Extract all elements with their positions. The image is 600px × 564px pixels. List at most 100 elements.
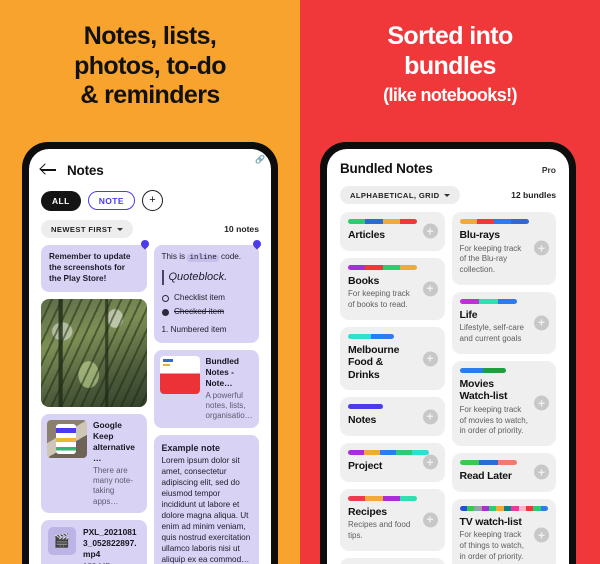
plus-circle-icon[interactable]: + bbox=[422, 281, 438, 297]
left-headline: Notes, lists, photos, to-do & reminders bbox=[0, 0, 300, 111]
sort-dropdown[interactable]: NEWEST FIRST bbox=[41, 220, 134, 238]
checklist-item-label: Checklist item bbox=[174, 292, 225, 302]
bundle-color-bar bbox=[459, 460, 518, 466]
pin-icon bbox=[253, 240, 261, 252]
note-card-photo-trees[interactable] bbox=[41, 298, 147, 407]
plus-circle-icon[interactable]: + bbox=[422, 454, 438, 470]
bundle-color-bar bbox=[459, 298, 518, 304]
plus-circle-icon[interactable]: + bbox=[534, 315, 549, 331]
left-promo-panel: Notes, lists, photos, to-do & reminders … bbox=[0, 0, 300, 564]
inline-code-text: inline bbox=[187, 254, 219, 262]
note-card-file-video[interactable]: 🎬 PXL_20210813_052822897.mp4 139 MB bbox=[41, 520, 147, 564]
bundle-card[interactable]: Recipes Recipes and food tips. + bbox=[340, 488, 445, 551]
plus-circle-icon[interactable]: + bbox=[534, 464, 549, 480]
bundle-color-bar bbox=[348, 264, 417, 270]
right-promo-panel: Sorted into bundles (like notebooks!) Bu… bbox=[300, 0, 600, 564]
notes-column-right: This is inline code. Quoteblock. Checkli… bbox=[153, 155, 265, 564]
bundle-card[interactable]: Read Later + bbox=[451, 453, 556, 492]
bundles-column-left: Articles + Books For keeping track of books… bbox=[340, 212, 445, 564]
right-headline-line-2: bundles bbox=[404, 51, 496, 80]
filter-chip-row: ALL NOTE + bbox=[41, 190, 259, 211]
notes-masonry: Remember to update the screenshots for t… bbox=[29, 155, 271, 564]
note-card-link-google-keep[interactable]: Google Keep alternative … There are many… bbox=[41, 155, 265, 514]
quoteblock-text: Quoteblock. bbox=[161, 270, 252, 285]
notes-app-screen: Notes ALL NOTE + NEWEST FIRST 10 notes R… bbox=[29, 149, 271, 564]
bundle-color-bar bbox=[459, 219, 529, 224]
markdown-inline-line: This is inline code. bbox=[162, 252, 252, 263]
pro-badge[interactable]: Pro bbox=[542, 165, 556, 175]
bundle-card[interactable]: Project + bbox=[340, 443, 445, 482]
note-card-link-bundled-notes[interactable]: Bundled Notes - Note… A powerful notes, … bbox=[153, 155, 265, 428]
link-description: There are many note-taking apps… bbox=[93, 465, 134, 506]
pin-icon bbox=[141, 240, 149, 252]
bundles-app-screen: Bundled Notes Pro ALPHABETICAL, GRID 12 … bbox=[327, 149, 569, 564]
notes-app-toolbar: Notes ALL NOTE + NEWEST FIRST 10 notes bbox=[29, 149, 271, 238]
inline-code-suffix: code. bbox=[218, 252, 242, 261]
right-phone-frame: Bundled Notes Pro ALPHABETICAL, GRID 12 … bbox=[320, 142, 576, 564]
bundles-grid: Articles + Books For keeping track of books… bbox=[327, 204, 569, 564]
bundles-sort-row: ALPHABETICAL, GRID 12 bundles bbox=[340, 186, 556, 204]
plus-circle-icon[interactable]: + bbox=[534, 240, 549, 256]
right-headline: Sorted into bundles (like notebooks!) bbox=[300, 0, 600, 106]
page-title: Notes bbox=[67, 162, 104, 178]
bundle-card[interactable]: VocabularyFor new and interesting words+ bbox=[340, 557, 445, 564]
notes-nav-row: Notes bbox=[41, 159, 259, 181]
link-thumbnail bbox=[159, 355, 200, 394]
bundle-card[interactable]: TV watch-list For keeping track of things… bbox=[451, 498, 556, 564]
plus-circle-icon[interactable]: + bbox=[534, 527, 549, 543]
left-headline-line-3: & reminders bbox=[80, 81, 220, 109]
left-phone-frame: Notes ALL NOTE + NEWEST FIRST 10 notes R… bbox=[22, 142, 278, 564]
bundle-card[interactable]: Movies Watch-list For keeping track of mo… bbox=[451, 360, 556, 447]
bundle-color-bar bbox=[348, 404, 383, 410]
inline-code-prefix: This is bbox=[161, 252, 188, 261]
bundle-description: For keeping track of movies to watch, in… bbox=[459, 404, 528, 436]
checkbox-empty-icon bbox=[161, 294, 169, 303]
plus-circle-icon[interactable]: + bbox=[422, 351, 438, 367]
link-description: A powerful notes, lists, organisatio… bbox=[205, 390, 253, 421]
bundle-card[interactable]: Life Lifestyle, self-care and current goa… bbox=[451, 291, 556, 354]
sort-dropdown-label: NEWEST FIRST bbox=[51, 224, 113, 234]
checkbox-filled-icon bbox=[161, 308, 169, 317]
link-title: Bundled Notes - Note… bbox=[205, 355, 240, 388]
bundle-card[interactable]: Melbourne Food & Drinks + bbox=[340, 326, 445, 391]
add-filter-button[interactable]: + bbox=[141, 190, 163, 211]
link-title: Google Keep alternative … bbox=[93, 419, 135, 463]
bundles-header-row: Bundled Notes Pro bbox=[340, 161, 556, 176]
bundle-card[interactable]: Blu-rays For keeping track of the Blu-ray… bbox=[451, 212, 556, 285]
numbered-item: 1. Numbered item bbox=[161, 324, 227, 334]
bundles-sort-dropdown[interactable]: ALPHABETICAL, GRID bbox=[340, 186, 461, 204]
bundle-name: TV watch-list bbox=[459, 515, 522, 528]
filter-chip-note[interactable]: NOTE bbox=[87, 190, 135, 211]
notes-count: 10 notes bbox=[224, 224, 259, 234]
checklist-item-unchecked[interactable]: Checklist item bbox=[161, 292, 252, 304]
note-body: Remember to update the screenshots for t… bbox=[49, 252, 131, 283]
note-card-markdown-demo[interactable]: This is inline code. Quoteblock. Checkli… bbox=[153, 245, 259, 343]
right-headline-subtitle: (like notebooks!) bbox=[383, 85, 517, 105]
bundles-sort-label: ALPHABETICAL, GRID bbox=[350, 190, 440, 200]
checklist-item-label: Checked item bbox=[174, 306, 225, 316]
plus-circle-icon[interactable]: + bbox=[534, 395, 549, 411]
link-thumbnail bbox=[47, 419, 87, 458]
filter-chip-all[interactable]: ALL bbox=[41, 190, 81, 211]
bundle-name: Blu-rays bbox=[459, 229, 501, 241]
plus-circle-icon[interactable]: + bbox=[422, 223, 438, 239]
bundles-column-right: Blu-rays For keeping track of the Blu-ray… bbox=[451, 212, 556, 564]
app-title: Bundled Notes bbox=[340, 161, 433, 176]
note-card-reminder[interactable]: Remember to update the screenshots for t… bbox=[41, 245, 147, 292]
bundle-color-bar bbox=[459, 505, 548, 511]
bundle-card[interactable]: Articles + bbox=[340, 212, 445, 251]
bundle-card[interactable]: Notes + bbox=[340, 397, 445, 436]
note-body: Lorem ipsum dolor sit amet, consectetur … bbox=[161, 455, 251, 564]
right-headline-line-1: Sorted into bbox=[387, 22, 513, 50]
note-card-example-note[interactable]: Example note Lorem ipsum dolor sit amet,… bbox=[153, 434, 259, 564]
bundles-toolbar: Bundled Notes Pro ALPHABETICAL, GRID 12 … bbox=[327, 149, 569, 204]
note-title: Example note bbox=[161, 442, 221, 453]
bundle-color-bar bbox=[348, 450, 429, 455]
notes-sort-row: NEWEST FIRST 10 notes bbox=[41, 220, 259, 238]
plus-circle-icon[interactable]: + bbox=[422, 409, 438, 425]
back-arrow-icon[interactable] bbox=[41, 163, 57, 177]
checklist-item-checked[interactable]: Checked item bbox=[161, 306, 252, 318]
plus-circle-icon[interactable]: + bbox=[422, 512, 438, 528]
bundle-card[interactable]: Books For keeping track of books to read.… bbox=[340, 257, 445, 320]
bundle-color-bar bbox=[348, 219, 417, 224]
